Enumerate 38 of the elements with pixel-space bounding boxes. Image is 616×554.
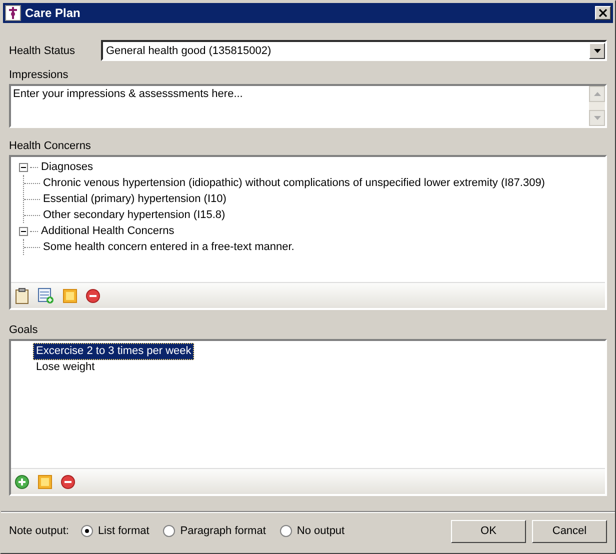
dropdown-arrow-icon	[594, 48, 600, 52]
goals-label: Goals	[9, 324, 39, 338]
note-icon[interactable]	[63, 288, 77, 302]
down-arrow-icon	[594, 116, 600, 120]
dialog-button[interactable]: OK	[451, 520, 526, 542]
radio-icon[interactable]	[80, 525, 93, 537]
health-status-label: Health Status	[9, 44, 76, 56]
radio-option[interactable]: Paragraph format	[163, 525, 266, 537]
health-status-dropdown[interactable]: General health good (135815002)	[101, 40, 607, 61]
close-button[interactable]	[595, 6, 611, 20]
radio-option[interactable]: No output	[280, 525, 345, 537]
goal-item[interactable]: Excercise 2 to 3 times per week	[33, 343, 194, 360]
tree-item[interactable]: Some health concern entered in a free-text manner.	[43, 241, 294, 253]
note-output-label: Note output:	[9, 525, 69, 537]
tree-item[interactable]: Other secondary hypertension (I15.8)	[43, 209, 226, 221]
remove-icon[interactable]	[86, 288, 100, 302]
radio-icon[interactable]	[280, 525, 292, 537]
tree-item[interactable]: Chronic venous hypertension (idiopathic) without complications of unspecified lower extremity (I87.309)	[43, 177, 545, 189]
note-icon[interactable]	[38, 474, 52, 488]
dialog-button[interactable]: Cancel	[532, 520, 607, 542]
radio-icon[interactable]	[163, 525, 176, 537]
impressions-label: Impressions	[9, 69, 70, 83]
tree-item[interactable]: Additional Health Concerns	[41, 225, 174, 237]
collapse-icon[interactable]	[19, 226, 28, 236]
app-icon	[5, 5, 21, 21]
collapse-icon[interactable]	[19, 162, 28, 172]
radio-option[interactable]: List format	[80, 525, 150, 537]
up-arrow-icon	[594, 92, 600, 96]
health-concerns-label: Health Concerns	[9, 140, 92, 154]
tree-item[interactable]: Essential (primary) hypertension (I10)	[43, 193, 226, 205]
table-add-icon[interactable]	[38, 288, 54, 304]
tree-item[interactable]: Diagnoses	[41, 161, 93, 173]
add-icon[interactable]	[15, 474, 29, 488]
remove-icon[interactable]	[61, 474, 75, 488]
close-icon	[599, 9, 607, 17]
clipboard-icon[interactable]	[15, 288, 29, 304]
window-title: Care Plan	[25, 6, 82, 20]
goal-item[interactable]: Lose weight	[33, 359, 98, 376]
